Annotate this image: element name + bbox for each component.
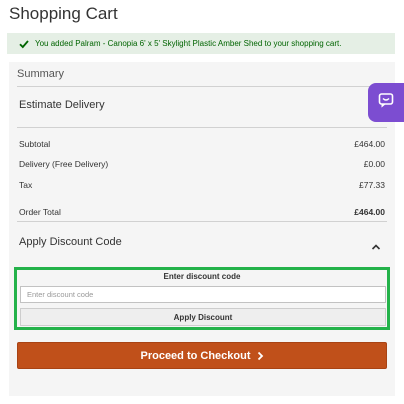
discount-field-label: Enter discount code <box>163 272 241 281</box>
row-value: £77.33 <box>359 180 385 190</box>
success-message: You added Palram - Canopia 6' x 5' Skyli… <box>7 33 395 54</box>
discount-form: Enter discount code Apply Discount <box>14 267 390 330</box>
row-label: Order Total <box>19 207 61 217</box>
row-value: £464.00 <box>354 139 385 149</box>
summary-row-tax: Tax £77.33 <box>19 180 385 190</box>
summary-row-subtotal: Subtotal £464.00 <box>19 139 385 149</box>
divider <box>17 127 387 128</box>
apply-discount-button[interactable]: Apply Discount <box>20 308 386 326</box>
discount-heading-toggle[interactable]: Apply Discount Code <box>19 236 122 248</box>
chevron-up-icon[interactable] <box>371 238 381 250</box>
estimate-delivery-toggle[interactable]: Estimate Delivery <box>19 99 105 111</box>
row-value: £0.00 <box>363 159 385 169</box>
chat-widget-button[interactable] <box>368 83 404 122</box>
checkout-label: Proceed to Checkout <box>140 349 251 362</box>
success-message-text: You added Palram - Canopia 6' x 5' Skyli… <box>35 39 342 48</box>
chevron-right-icon <box>257 351 264 361</box>
row-label: Tax <box>19 180 33 190</box>
divider <box>17 221 387 222</box>
divider <box>17 86 387 87</box>
order-summary: Summary Estimate Delivery Subtotal £464.… <box>9 62 395 396</box>
discount-code-input[interactable] <box>20 286 386 303</box>
row-label: Subtotal <box>19 139 51 149</box>
chat-bubble-icon <box>378 92 394 113</box>
summary-title: Summary <box>17 68 65 80</box>
summary-row-order-total: Order Total £464.00 <box>19 207 385 217</box>
proceed-to-checkout-button[interactable]: Proceed to Checkout <box>17 342 387 369</box>
page-title: Shopping Cart <box>9 4 118 23</box>
summary-row-delivery: Delivery (Free Delivery) £0.00 <box>19 159 385 169</box>
check-icon <box>19 39 29 49</box>
row-label: Delivery (Free Delivery) <box>19 159 109 169</box>
row-value: £464.00 <box>354 207 385 217</box>
